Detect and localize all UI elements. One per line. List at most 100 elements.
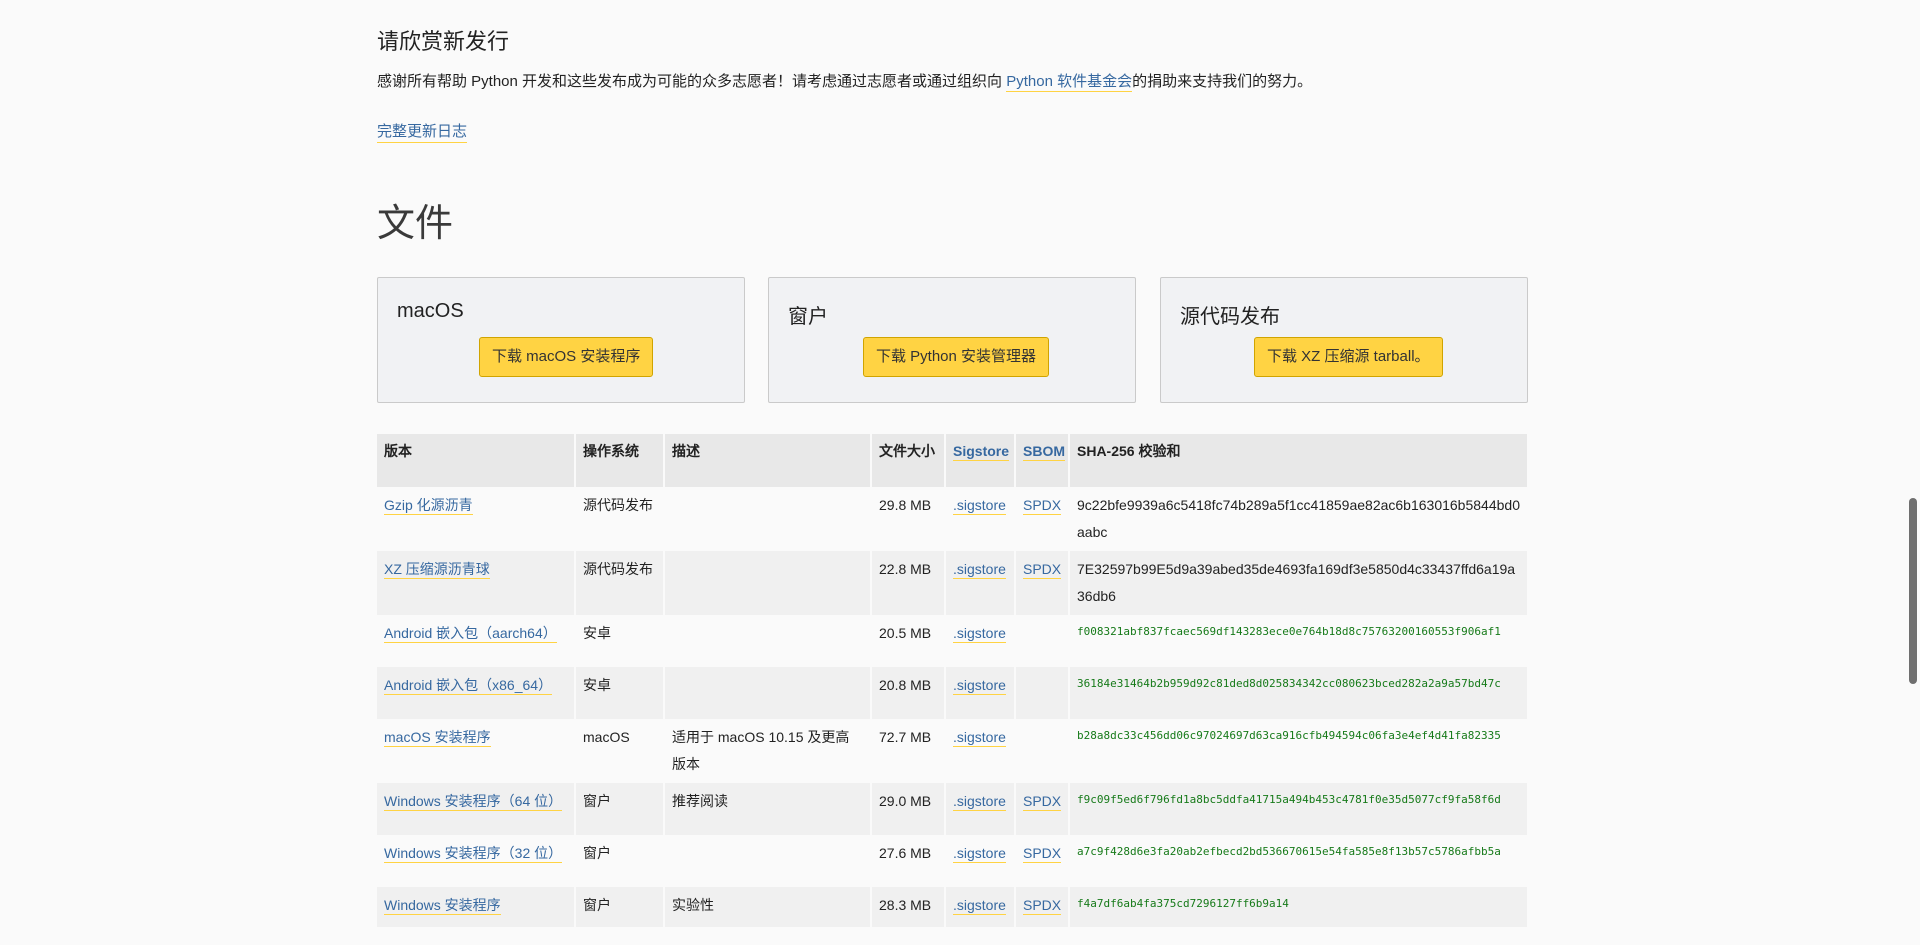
spdx-link[interactable]: SPDX <box>1023 497 1062 515</box>
cell-sigstore: .sigstore <box>945 783 1016 835</box>
sigstore-link[interactable]: .sigstore <box>953 497 1006 515</box>
scrollbar-thumb[interactable] <box>1909 498 1917 684</box>
spdx-link[interactable]: SPDX <box>1023 845 1062 863</box>
cell-description <box>664 551 872 615</box>
cell-description: 推荐阅读 <box>664 783 872 835</box>
file-download-link[interactable]: Android 嵌入包（x86_64） <box>384 677 553 695</box>
windows-card: 窗户 下载 Python 安装管理器 <box>768 277 1136 403</box>
header-sbom: SBOM <box>1015 434 1070 487</box>
file-download-link[interactable]: Windows 安装程序（32 位） <box>384 845 563 863</box>
table-row: Windows 安装程序（32 位） 窗户 27.6 MB .sigstore SPDX… <box>377 835 1529 887</box>
table-row: XZ 压缩源沥青球 源代码发布 22.8 MB .sigstore SPDX 7E3259… <box>377 551 1529 615</box>
cell-sbom <box>1015 667 1070 719</box>
sigstore-link[interactable]: .sigstore <box>953 845 1006 863</box>
cell-description: 实验性 <box>664 887 872 927</box>
cell-sha256: a7c9f428d6e3fa20ab2efbecd2bd536670615e54… <box>1069 835 1529 887</box>
cell-sbom: SPDX <box>1015 551 1070 615</box>
scrollbar[interactable] <box>1905 0 1920 945</box>
cell-sha256: b28a8dc33c456dd06c97024697d63ca916cfb494… <box>1069 719 1529 783</box>
cell-sha256: f008321abf837fcaec569df143283ece0e764b18… <box>1069 615 1529 667</box>
cell-sha256: f4a7df6ab4fa375cd7296127ff6b9a14 <box>1069 887 1529 927</box>
table-row: Windows 安装程序 窗户 实验性 28.3 MB .sigstore SPDX f4a… <box>377 887 1529 927</box>
download-xz-source-button[interactable]: 下载 XZ 压缩源 tarball。 <box>1254 337 1443 377</box>
changelog-link[interactable]: 完整更新日志 <box>377 120 468 143</box>
sigstore-link[interactable]: .sigstore <box>953 793 1006 811</box>
download-install-manager-button[interactable]: 下载 Python 安装管理器 <box>863 337 1050 377</box>
cell-version: Gzip 化源沥青 <box>377 487 576 551</box>
sigstore-link[interactable]: .sigstore <box>953 677 1006 695</box>
card-title-macos: macOS <box>397 300 464 322</box>
header-sha: SHA-256 校验和 <box>1069 434 1529 487</box>
table-row: Gzip 化源沥青 源代码发布 29.8 MB .sigstore SPDX 9c22bf… <box>377 487 1529 551</box>
thanks-paragraph: 感谢所有帮助 Python 开发和这些发布成为可能的众多志愿者！请考虑通过志愿者… <box>377 72 1312 92</box>
cell-description: 适用于 macOS 10.15 及更高版本 <box>664 719 872 783</box>
cell-os: 安卓 <box>575 615 665 667</box>
file-download-link[interactable]: Windows 安装程序（64 位） <box>384 793 563 811</box>
spdx-link[interactable]: SPDX <box>1023 793 1062 811</box>
cell-version: Android 嵌入包（aarch64） <box>377 615 576 667</box>
files-table: 版本 操作系统 描述 文件大小 Sigstore SBOM SHA-256 校验… <box>377 434 1529 927</box>
cell-sigstore: .sigstore <box>945 487 1016 551</box>
cell-description <box>664 615 872 667</box>
cell-sha256: 36184e31464b2b959d92c81ded8d025834342cc0… <box>1069 667 1529 719</box>
cell-sbom: SPDX <box>1015 835 1070 887</box>
sigstore-link[interactable]: .sigstore <box>953 729 1006 747</box>
cell-size: 29.0 MB <box>871 783 946 835</box>
card-title-source: 源代码发布 <box>1180 306 1280 328</box>
sigstore-link[interactable]: .sigstore <box>953 625 1006 643</box>
cell-os: 窗户 <box>575 835 665 887</box>
files-heading: 文件 <box>377 203 454 245</box>
cell-sbom <box>1015 615 1070 667</box>
table-row: Android 嵌入包（aarch64） 安卓 20.5 MB .sigstore f0… <box>377 615 1529 667</box>
cell-description <box>664 487 872 551</box>
cell-size: 28.3 MB <box>871 887 946 927</box>
download-macos-button[interactable]: 下载 macOS 安装程序 <box>479 337 654 377</box>
sbom-header-link[interactable]: SBOM <box>1023 443 1065 461</box>
cell-size: 27.6 MB <box>871 835 946 887</box>
spdx-link[interactable]: SPDX <box>1023 561 1062 579</box>
table-header-row: 版本 操作系统 描述 文件大小 Sigstore SBOM SHA-256 校验… <box>377 434 1529 487</box>
cell-sha256: f9c09f5ed6f796fd1a8bc5ddfa41715a494b453c… <box>1069 783 1529 835</box>
cell-version: Android 嵌入包（x86_64） <box>377 667 576 719</box>
table-row: macOS 安装程序 macOS 适用于 macOS 10.15 及更高版本 72.7… <box>377 719 1529 783</box>
cell-os: 窗户 <box>575 783 665 835</box>
cell-version: XZ 压缩源沥青球 <box>377 551 576 615</box>
card-title-windows: 窗户 <box>788 306 828 328</box>
cell-sigstore: .sigstore <box>945 551 1016 615</box>
table-row: Android 嵌入包（x86_64） 安卓 20.8 MB .sigstore 361… <box>377 667 1529 719</box>
cell-sbom: SPDX <box>1015 887 1070 927</box>
header-description: 描述 <box>664 434 872 487</box>
cell-os: 源代码发布 <box>575 487 665 551</box>
cell-description <box>664 835 872 887</box>
cell-size: 29.8 MB <box>871 487 946 551</box>
file-download-link[interactable]: Android 嵌入包（aarch64） <box>384 625 557 643</box>
cell-sigstore: .sigstore <box>945 835 1016 887</box>
header-os: 操作系统 <box>575 434 665 487</box>
sigstore-link[interactable]: .sigstore <box>953 561 1006 579</box>
cell-version: macOS 安装程序 <box>377 719 576 783</box>
cell-os: 窗户 <box>575 887 665 927</box>
spdx-link[interactable]: SPDX <box>1023 897 1062 915</box>
cell-size: 22.8 MB <box>871 551 946 615</box>
source-card: 源代码发布 下载 XZ 压缩源 tarball。 <box>1160 277 1528 403</box>
thanks-prefix: 感谢所有帮助 Python 开发和这些发布成为可能的众多志愿者！请考虑通过志愿者… <box>377 73 1007 90</box>
cell-sigstore: .sigstore <box>945 719 1016 783</box>
psf-link[interactable]: Python 软件基金会 <box>1006 73 1133 92</box>
cell-size: 20.5 MB <box>871 615 946 667</box>
file-download-link[interactable]: Gzip 化源沥青 <box>384 497 473 515</box>
macos-card: macOS 下载 macOS 安装程序 <box>377 277 745 403</box>
file-download-link[interactable]: macOS 安装程序 <box>384 729 491 747</box>
cell-version: Windows 安装程序（64 位） <box>377 783 576 835</box>
sigstore-link[interactable]: .sigstore <box>953 897 1006 915</box>
cell-sha256: 7E32597b99E5d9a39abed35de4693fa169df3e58… <box>1069 551 1529 615</box>
cell-description <box>664 667 872 719</box>
file-download-link[interactable]: Windows 安装程序 <box>384 897 501 915</box>
cell-version: Windows 安装程序 <box>377 887 576 927</box>
sigstore-header-link[interactable]: Sigstore <box>953 443 1010 461</box>
cell-sigstore: .sigstore <box>945 887 1016 927</box>
table-row: Windows 安装程序（64 位） 窗户 推荐阅读 29.0 MB .sigstore… <box>377 783 1529 835</box>
cell-sigstore: .sigstore <box>945 615 1016 667</box>
file-download-link[interactable]: XZ 压缩源沥青球 <box>384 561 490 579</box>
header-size: 文件大小 <box>871 434 946 487</box>
header-version: 版本 <box>377 434 576 487</box>
